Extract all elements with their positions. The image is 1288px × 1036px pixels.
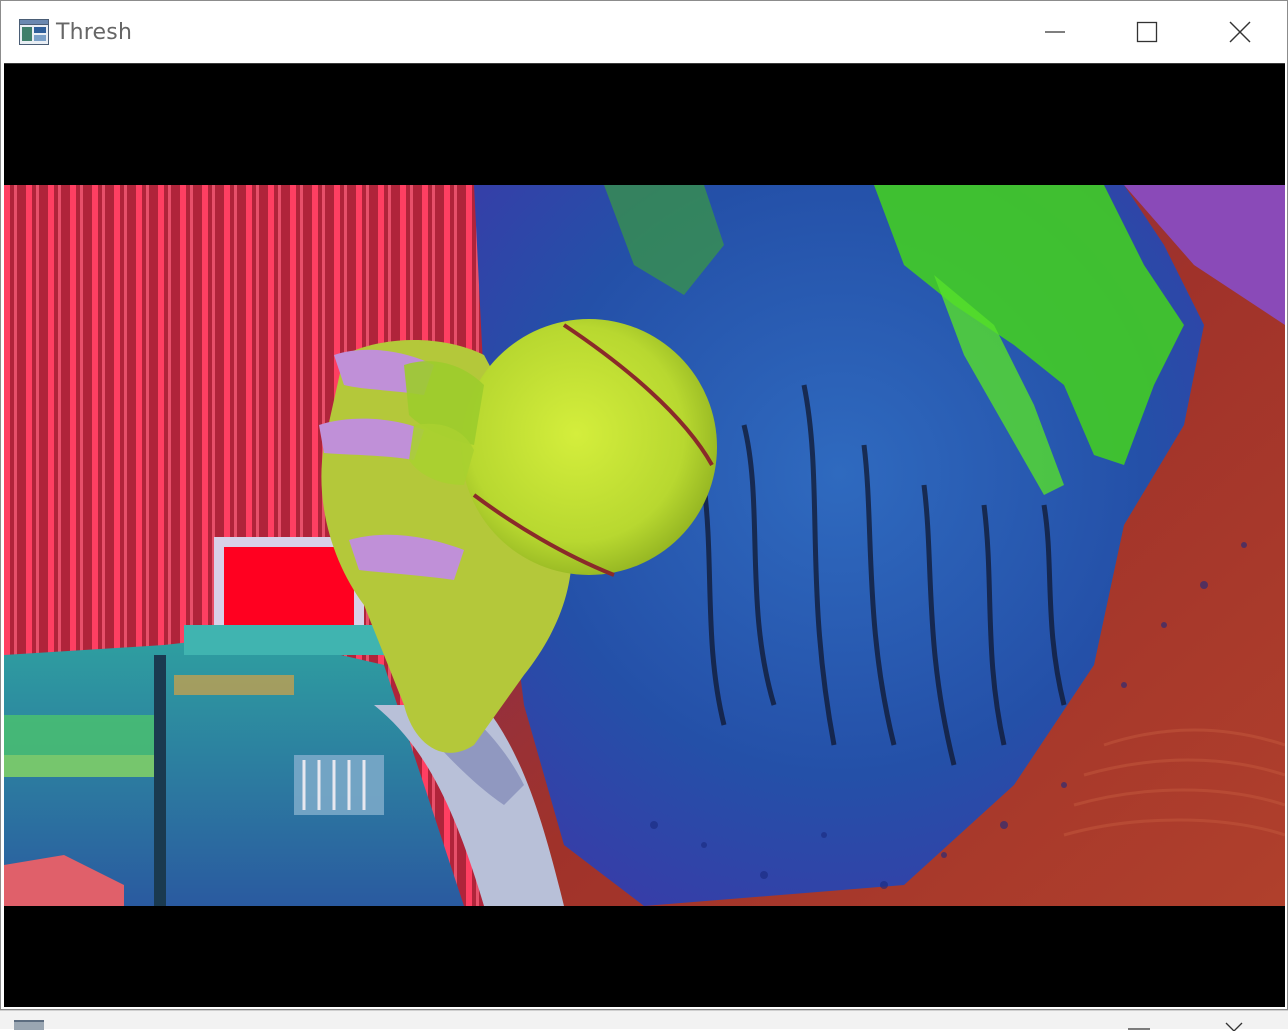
camera-frame-image <box>4 185 1285 906</box>
opencv-window-icon <box>19 19 49 45</box>
close-icon <box>1229 21 1251 43</box>
maximize-icon <box>1136 21 1158 43</box>
close-button[interactable] <box>1217 9 1263 55</box>
image-view <box>4 63 1285 1007</box>
next-window-title-bar[interactable] <box>0 1010 1288 1029</box>
maximize-button[interactable] <box>1124 9 1170 55</box>
window-title: Thresh <box>56 20 133 45</box>
app-window: Thresh <box>0 0 1288 1010</box>
next-window-icon <box>14 1020 44 1030</box>
minimize-icon <box>1044 21 1066 43</box>
minimize-button[interactable] <box>1032 9 1078 55</box>
title-bar[interactable]: Thresh <box>1 1 1287 63</box>
next-window-controls <box>1128 1018 1258 1032</box>
